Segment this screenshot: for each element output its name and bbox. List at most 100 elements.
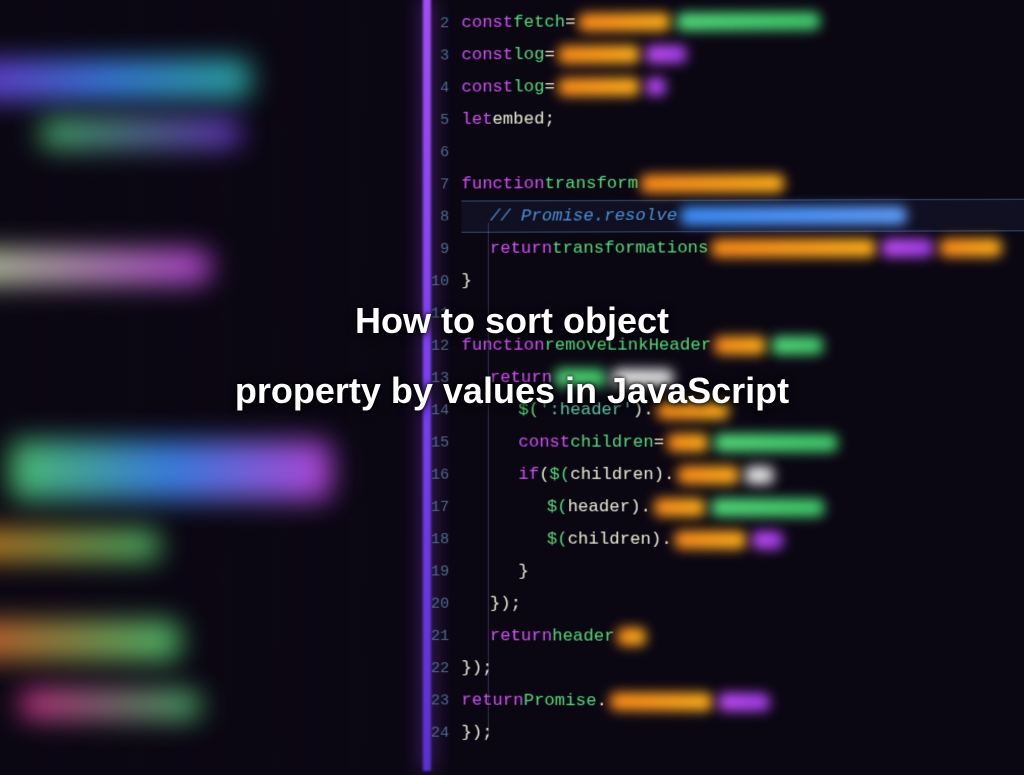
code-content: return transformations xyxy=(461,238,1005,259)
blurred-token xyxy=(610,692,712,711)
blurred-token xyxy=(882,239,934,257)
token-fn: transformations xyxy=(552,239,708,259)
blurred-token xyxy=(579,13,671,32)
token-fn: $( xyxy=(518,401,539,420)
code-content: } xyxy=(461,562,528,581)
blurred-token xyxy=(612,369,673,387)
code-line: 18$(children). xyxy=(423,523,1024,557)
token-fn: removeLinkHeader xyxy=(544,336,711,355)
blurred-token xyxy=(678,466,739,484)
line-number: 11 xyxy=(423,305,462,322)
code-line: 14$(':header'). xyxy=(423,394,1024,427)
blurred-token xyxy=(667,434,708,452)
token-op: = xyxy=(544,78,554,97)
line-number: 22 xyxy=(423,660,462,677)
code-line: 19} xyxy=(423,555,1024,589)
token-fn: $( xyxy=(547,530,568,549)
token-op: = xyxy=(544,45,554,64)
blurred-token xyxy=(772,336,823,354)
code-line: 17$(header). xyxy=(423,491,1024,525)
code-line: 23return Promise. xyxy=(423,684,1024,720)
line-number: 8 xyxy=(423,208,462,225)
token-kw: return xyxy=(490,239,552,258)
code-line: 8 // Promise.resolve xyxy=(423,199,1024,233)
token-fn: $( xyxy=(547,498,568,517)
token-fn: log xyxy=(513,78,544,97)
token-op: } xyxy=(518,562,528,581)
code-content: const children = xyxy=(461,433,840,453)
code-line: 9return transformations xyxy=(423,231,1024,265)
blurred-token xyxy=(711,498,824,516)
line-number: 5 xyxy=(423,111,462,128)
line-number: 12 xyxy=(423,337,462,354)
code-line: 4const log = xyxy=(423,68,1024,104)
blur-decoration xyxy=(10,440,332,501)
token-kw: const xyxy=(518,433,570,452)
blurred-token xyxy=(558,45,640,64)
code-line: 2const fetch = xyxy=(423,3,1024,39)
code-content: return xyxy=(461,368,676,387)
code-line: 20}); xyxy=(423,587,1024,622)
code-line: 13 return xyxy=(423,362,1024,395)
code-content: function transform xyxy=(461,174,787,194)
token-kw: return xyxy=(461,691,523,711)
token-id: children xyxy=(570,465,653,484)
blurred-token xyxy=(618,628,647,646)
blurred-token xyxy=(712,239,876,258)
token-op: }); xyxy=(490,594,521,613)
blur-decoration xyxy=(0,620,180,661)
code-line: 10} xyxy=(423,264,1024,298)
token-kw: return xyxy=(490,368,552,387)
token-fn: Promise xyxy=(524,691,597,711)
line-number: 19 xyxy=(423,563,462,580)
blur-decoration xyxy=(0,250,211,285)
blurred-token xyxy=(555,369,606,387)
blurred-token xyxy=(657,401,729,419)
token-op: = xyxy=(654,433,664,452)
token-fn: fetch xyxy=(513,13,565,33)
token-kw: const xyxy=(461,13,513,32)
blur-decoration xyxy=(40,119,241,148)
line-number: 13 xyxy=(423,369,462,386)
code-line: 6 xyxy=(423,134,1024,169)
line-number: 17 xyxy=(423,498,462,515)
blur-decoration xyxy=(20,690,201,719)
line-number: 15 xyxy=(423,434,462,451)
code-content: }); xyxy=(461,594,521,613)
line-number: 4 xyxy=(423,79,462,96)
token-fn: header xyxy=(552,627,614,646)
token-kw: const xyxy=(461,45,513,64)
token-op: } xyxy=(461,272,471,291)
token-kw: if xyxy=(518,465,539,484)
blur-decoration xyxy=(0,59,251,101)
code-content: const log = xyxy=(461,44,689,64)
code-line: 16if ($(children). xyxy=(423,459,1024,492)
line-number: 20 xyxy=(423,595,462,612)
code-line: 3const log = xyxy=(423,36,1024,72)
code-content: return header xyxy=(461,626,649,646)
token-id: header xyxy=(568,498,630,517)
code-content: const fetch = xyxy=(461,11,823,32)
token-id: children xyxy=(568,530,651,549)
code-content: if ($(children). xyxy=(461,465,777,485)
code-line: 7function transform xyxy=(423,166,1024,201)
token-cm: // Promise.resolve xyxy=(490,206,677,226)
code-content: // Promise.resolve xyxy=(461,206,909,227)
blurred-token xyxy=(675,531,747,549)
token-fn: $( xyxy=(549,465,570,484)
token-fn: children xyxy=(570,433,653,452)
indent-guide xyxy=(488,223,489,737)
line-number: 16 xyxy=(423,466,462,483)
blurred-token xyxy=(714,336,765,354)
code-content: $(header). xyxy=(461,497,827,517)
blurred-token xyxy=(714,434,837,452)
code-line: 21return header xyxy=(423,620,1024,655)
line-number: 6 xyxy=(423,144,462,161)
token-op: ). xyxy=(654,465,675,484)
line-number: 2 xyxy=(423,15,462,32)
line-number: 3 xyxy=(423,47,462,64)
line-number: 21 xyxy=(423,627,462,644)
blurred-token xyxy=(558,78,640,97)
line-number: 24 xyxy=(423,724,462,741)
token-kw: function xyxy=(461,175,544,194)
